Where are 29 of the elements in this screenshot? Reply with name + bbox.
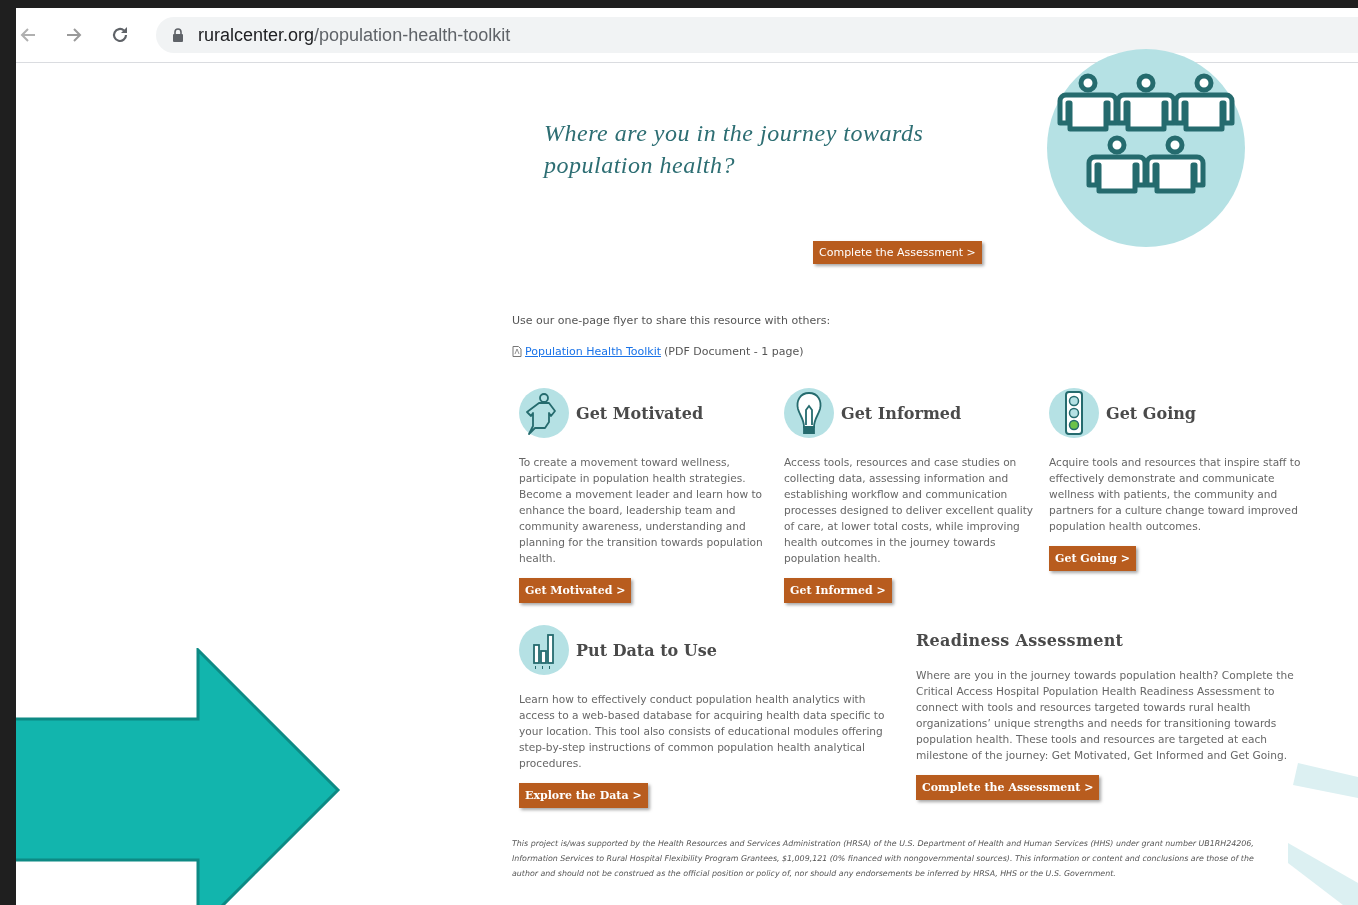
pdf-icon xyxy=(512,346,522,357)
assessment-button[interactable]: Complete the Assessment > xyxy=(813,241,982,264)
section-description: Access tools, resources and case studies on collecting data, assessing information and establishing workflow and communication processes designed to deliver excellent quality of care, at lower total costs, while improving health outcomes in the journey towards population health. xyxy=(784,455,1035,566)
section-button[interactable]: Get Going > xyxy=(1049,546,1136,571)
section-button[interactable]: Explore the Data > xyxy=(519,783,648,808)
section-heading: Get Informed xyxy=(841,403,962,423)
lock-icon xyxy=(172,28,184,42)
assessment-button[interactable]: Complete the Assessment > xyxy=(916,775,1100,800)
section-description: To create a movement toward wellness, participate in population health strategies. Become a movement leader and learn how to enhance the board, leadership team and community awareness, understanding and planning for the transition towards population health. xyxy=(519,455,764,566)
address-bar[interactable]: ruralcenter.org/population-health-toolkit xyxy=(156,17,1358,53)
reload-icon[interactable] xyxy=(110,25,130,45)
url-text: ruralcenter.org/population-health-toolkit xyxy=(198,24,511,46)
flyer-text: Use our one-page flyer to share this resource with others: xyxy=(512,314,832,327)
lightbulb-icon xyxy=(784,388,834,438)
section-description: Where are you in the journey towards population health? Complete the Critical Access Hospital Population Health Readiness Assessment to connect with tools and resources targeted towards rural health organizations’ unique strengths and needs for transitioning towards population health. These tools and resources are targeted at each milestone of the journey: Get Motivated, Get Informed and Get Going. xyxy=(916,668,1295,763)
figure-icon xyxy=(519,388,569,438)
section-heading: Get Going xyxy=(1106,403,1197,423)
section-description: Learn how to effectively conduct population health analytics with access to a web-based database for acquiring health data specific to your location. This tool also consists of educational modules offering step-by-step instructions of common population health analytical procedures. xyxy=(519,692,886,771)
bar-chart-icon xyxy=(519,625,569,675)
traffic-light-icon xyxy=(1049,388,1099,438)
document-note: (PDF Document - 1 page) xyxy=(664,345,804,358)
section-description: Acquire tools and resources that inspire staff to effectively demonstrate and communicate wellness with patients, the community and partners for a culture change toward improved population health outcomes. xyxy=(1049,455,1301,534)
section-button[interactable]: Get Motivated > xyxy=(519,578,632,603)
section-heading: Readiness Assessment xyxy=(916,631,1125,650)
section-heading: Put Data to Use xyxy=(576,640,717,660)
toolkit-link[interactable]: Population Health Toolkit xyxy=(525,345,661,358)
hero-heading: Where are you in the journey towards population health? xyxy=(544,119,925,180)
section-button[interactable]: Get Informed > xyxy=(784,578,892,603)
section-heading: Get Motivated xyxy=(576,403,704,423)
